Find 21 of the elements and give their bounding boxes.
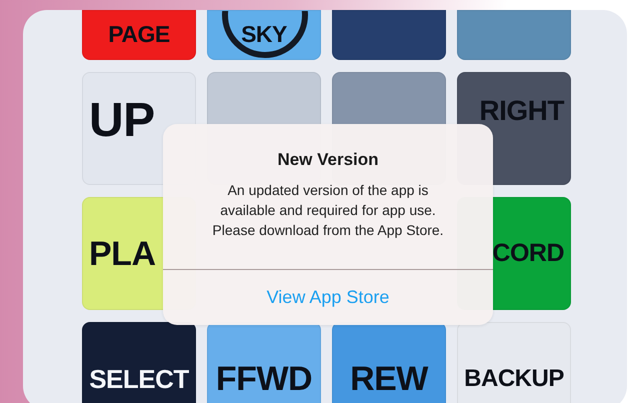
button-label: FFWD bbox=[216, 362, 312, 396]
remote-button[interactable]: BACKUP bbox=[457, 322, 571, 403]
button-label: SKY bbox=[241, 23, 287, 46]
alert-title: New Version bbox=[277, 150, 379, 170]
ring-icon bbox=[219, 11, 311, 58]
remote-button[interactable]: FFWD bbox=[207, 322, 321, 403]
remote-button[interactable]: REW bbox=[332, 322, 446, 403]
button-label: REW bbox=[350, 362, 428, 396]
remote-button[interactable]: SELECT bbox=[82, 322, 196, 403]
remote-button[interactable]: PAGE bbox=[82, 10, 196, 60]
button-label: PLA bbox=[89, 236, 156, 270]
button-label: UP bbox=[89, 97, 155, 145]
button-label: PAGE bbox=[108, 23, 170, 46]
button-label: CORD bbox=[492, 241, 564, 266]
remote-button[interactable] bbox=[457, 10, 571, 60]
alert-message: An updated version of the app is available and required for app use. Please download from the App Store. bbox=[212, 181, 444, 240]
button-label: SELECT bbox=[89, 366, 189, 392]
remote-button[interactable]: SKY bbox=[207, 10, 321, 60]
button-label: BACKUP bbox=[464, 366, 564, 390]
button-label: RIGHT bbox=[479, 97, 564, 125]
remote-button[interactable] bbox=[332, 10, 446, 60]
